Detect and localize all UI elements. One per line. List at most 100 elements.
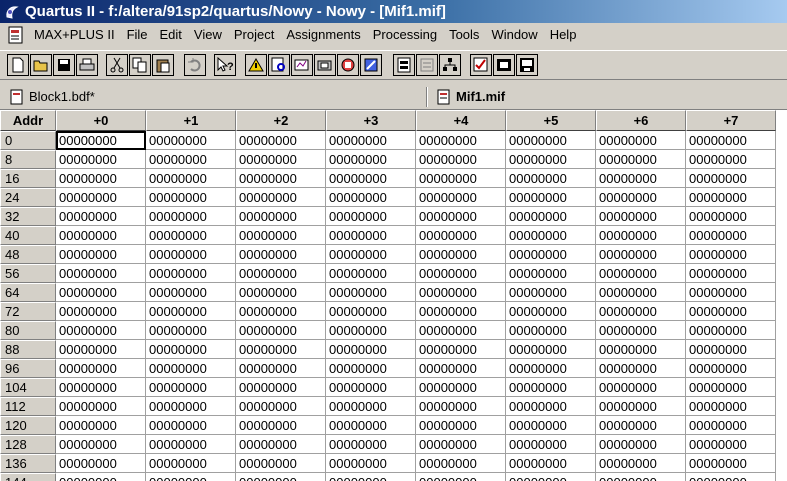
memory-cell[interactable]: 00000000 <box>686 340 776 359</box>
memory-cell[interactable]: 00000000 <box>326 454 416 473</box>
memory-cell[interactable]: 00000000 <box>506 169 596 188</box>
memory-cell[interactable]: 00000000 <box>56 473 146 481</box>
quartus-app-icon[interactable] <box>3 3 21 21</box>
memory-cell[interactable]: 00000000 <box>56 359 146 378</box>
memory-cell[interactable]: 00000000 <box>236 416 326 435</box>
cut-icon[interactable] <box>106 54 128 76</box>
memory-cell[interactable]: 00000000 <box>146 302 236 321</box>
memory-cell[interactable]: 00000000 <box>146 473 236 481</box>
memory-cell[interactable]: 00000000 <box>506 245 596 264</box>
memory-cell[interactable]: 00000000 <box>56 454 146 473</box>
memory-cell[interactable]: 00000000 <box>416 435 506 454</box>
memory-cell[interactable]: 00000000 <box>416 283 506 302</box>
tab-mif1-mif[interactable]: Mif1.mif <box>437 86 505 107</box>
memory-cell[interactable]: 00000000 <box>236 131 326 150</box>
memory-cell[interactable]: 00000000 <box>146 397 236 416</box>
memory-cell[interactable]: 00000000 <box>56 416 146 435</box>
memory-cell[interactable]: 00000000 <box>56 283 146 302</box>
memory-cell[interactable]: 00000000 <box>146 226 236 245</box>
memory-cell[interactable]: 00000000 <box>146 454 236 473</box>
memory-cell[interactable]: 00000000 <box>326 131 416 150</box>
memory-cell[interactable]: 00000000 <box>686 321 776 340</box>
memory-cell[interactable]: 00000000 <box>236 473 326 481</box>
memory-cell[interactable]: 00000000 <box>236 340 326 359</box>
menu-edit[interactable]: Edit <box>154 27 188 42</box>
memory-cell[interactable]: 00000000 <box>686 188 776 207</box>
memory-cell[interactable]: 00000000 <box>416 359 506 378</box>
memory-cell[interactable]: 00000000 <box>236 169 326 188</box>
memory-cell[interactable]: 00000000 <box>686 435 776 454</box>
memory-cell[interactable]: 00000000 <box>596 150 686 169</box>
memory-cell[interactable]: 00000000 <box>56 131 146 150</box>
programmer-icon[interactable] <box>393 54 415 76</box>
memory-cell[interactable]: 00000000 <box>506 473 596 481</box>
copy-icon[interactable] <box>129 54 151 76</box>
memory-cell[interactable]: 00000000 <box>596 169 686 188</box>
memory-cell[interactable]: 00000000 <box>56 150 146 169</box>
document-icon[interactable] <box>6 25 26 45</box>
memory-cell[interactable]: 00000000 <box>236 435 326 454</box>
memory-cell[interactable]: 00000000 <box>596 264 686 283</box>
memory-cell[interactable]: 00000000 <box>686 302 776 321</box>
memory-cell[interactable]: 00000000 <box>686 150 776 169</box>
memory-cell[interactable]: 00000000 <box>506 378 596 397</box>
memory-cell[interactable]: 00000000 <box>236 359 326 378</box>
memory-cell[interactable]: 00000000 <box>146 378 236 397</box>
chip-planner-icon[interactable] <box>416 54 438 76</box>
memory-cell[interactable]: 00000000 <box>686 473 776 481</box>
memory-cell[interactable]: 00000000 <box>506 321 596 340</box>
memory-cell[interactable]: 00000000 <box>596 245 686 264</box>
memory-cell[interactable]: 00000000 <box>56 435 146 454</box>
memory-cell[interactable]: 00000000 <box>416 340 506 359</box>
memory-cell[interactable]: 00000000 <box>596 321 686 340</box>
paste-icon[interactable] <box>152 54 174 76</box>
memory-cell[interactable]: 00000000 <box>326 188 416 207</box>
memory-cell[interactable]: 00000000 <box>596 302 686 321</box>
open-folder-icon[interactable] <box>30 54 52 76</box>
menu-assignments[interactable]: Assignments <box>280 27 366 42</box>
column-header[interactable]: +3 <box>326 110 416 131</box>
column-header[interactable]: +2 <box>236 110 326 131</box>
memory-cell[interactable]: 00000000 <box>416 169 506 188</box>
context-help-icon[interactable]: ? <box>214 54 236 76</box>
new-file-icon[interactable] <box>7 54 29 76</box>
menu-processing[interactable]: Processing <box>367 27 443 42</box>
memory-cell[interactable]: 00000000 <box>416 454 506 473</box>
memory-cell[interactable]: 00000000 <box>236 321 326 340</box>
memory-cell[interactable]: 00000000 <box>146 245 236 264</box>
memory-cell[interactable]: 00000000 <box>596 226 686 245</box>
column-header[interactable]: +4 <box>416 110 506 131</box>
memory-cell[interactable]: 00000000 <box>686 264 776 283</box>
memory-cell[interactable]: 00000000 <box>596 416 686 435</box>
memory-cell[interactable]: 00000000 <box>236 188 326 207</box>
memory-cell[interactable]: 00000000 <box>236 264 326 283</box>
memory-cell[interactable]: 00000000 <box>506 283 596 302</box>
memory-cell[interactable]: 00000000 <box>56 321 146 340</box>
memory-cell[interactable]: 00000000 <box>506 302 596 321</box>
menu-file[interactable]: File <box>121 27 154 42</box>
memory-cell[interactable]: 00000000 <box>686 359 776 378</box>
fitter-icon[interactable] <box>314 54 336 76</box>
memory-cell[interactable]: 00000000 <box>416 188 506 207</box>
memory-cell[interactable]: 00000000 <box>686 207 776 226</box>
memory-cell[interactable]: 00000000 <box>56 302 146 321</box>
memory-cell[interactable]: 00000000 <box>506 397 596 416</box>
memory-cell[interactable]: 00000000 <box>326 302 416 321</box>
memory-cell[interactable]: 00000000 <box>596 435 686 454</box>
memory-cell[interactable]: 00000000 <box>596 207 686 226</box>
memory-cell[interactable]: 00000000 <box>416 264 506 283</box>
save-icon[interactable] <box>53 54 75 76</box>
memory-cell[interactable]: 00000000 <box>146 359 236 378</box>
memory-cell[interactable]: 00000000 <box>596 397 686 416</box>
memory-cell[interactable]: 00000000 <box>236 207 326 226</box>
memory-cell[interactable]: 00000000 <box>146 264 236 283</box>
memory-cell[interactable]: 00000000 <box>236 150 326 169</box>
memory-cell[interactable]: 00000000 <box>326 245 416 264</box>
menu-project[interactable]: Project <box>228 27 280 42</box>
memory-cell[interactable]: 00000000 <box>596 340 686 359</box>
memory-cell[interactable]: 00000000 <box>236 397 326 416</box>
column-header[interactable]: +7 <box>686 110 776 131</box>
memory-cell[interactable]: 00000000 <box>686 283 776 302</box>
memory-cell[interactable]: 00000000 <box>236 226 326 245</box>
memory-cell[interactable]: 00000000 <box>146 283 236 302</box>
